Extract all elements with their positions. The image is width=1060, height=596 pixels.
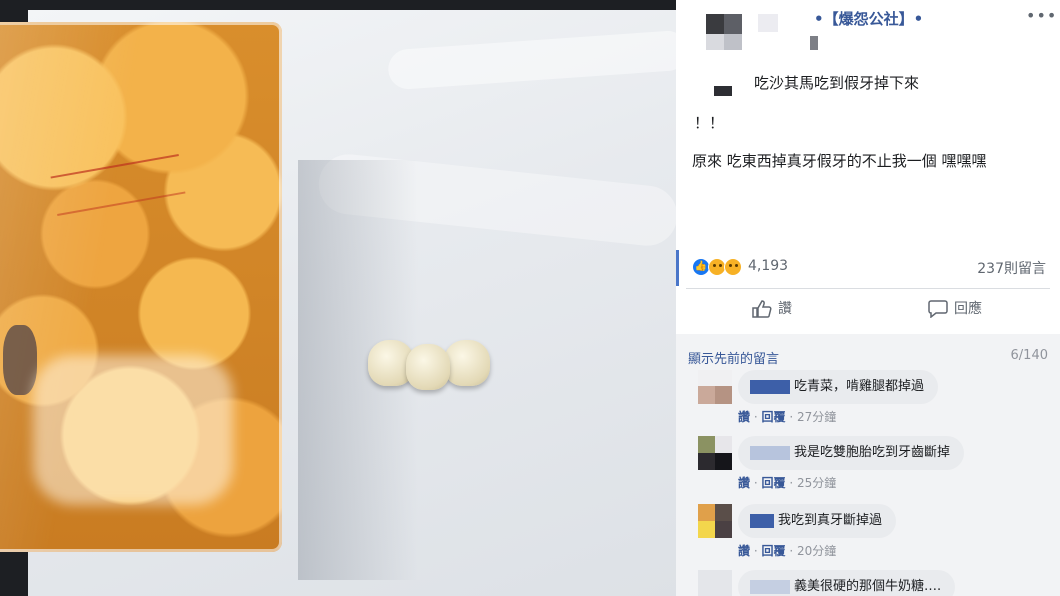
more-options-icon[interactable]: ••• bbox=[1026, 6, 1057, 25]
comment-button[interactable]: 回應 bbox=[928, 298, 982, 324]
comment-actions: 讚 · 回覆 · 27分鐘 bbox=[738, 408, 836, 425]
comment-text: 吃青菜，啃雞腿都掉過 bbox=[794, 379, 925, 394]
mosaic-block bbox=[698, 453, 715, 470]
face-eye bbox=[719, 264, 722, 267]
comment-actions: 讚 · 回覆 · 20分鐘 bbox=[738, 542, 836, 559]
comment-reply-link[interactable]: 回覆 bbox=[761, 410, 785, 424]
post-header: •【爆怨公社】• ••• bbox=[676, 0, 1060, 60]
bag-stain bbox=[3, 325, 37, 395]
mosaic-block bbox=[724, 14, 742, 34]
thumbs-up-icon bbox=[752, 300, 772, 318]
separator: · bbox=[789, 544, 797, 558]
wow-reaction-icon bbox=[724, 258, 742, 276]
blurred-commenter-name[interactable] bbox=[750, 513, 774, 528]
face-eye bbox=[729, 264, 732, 267]
comment-time[interactable]: 25分鐘 bbox=[797, 476, 836, 490]
comment-item: 我吃到真牙斷掉過 讚 · 回覆 · 20分鐘 bbox=[698, 504, 1048, 558]
comment-bubble: 吃青菜，啃雞腿都掉過 bbox=[738, 370, 939, 404]
false-teeth bbox=[368, 340, 490, 390]
post-panel: •【爆怨公社】• ••• 吃沙其馬吃到假牙掉下來 ！！ 原來 吃東西掉真牙假牙的… bbox=[676, 0, 1060, 596]
comment-actions: 讚 · 回覆 · 25分鐘 bbox=[738, 474, 836, 491]
comment-like-link[interactable]: 讚 bbox=[738, 476, 750, 490]
comment-reply-link[interactable]: 回覆 bbox=[761, 476, 785, 490]
mosaic-block bbox=[715, 504, 732, 521]
mosaic-block bbox=[698, 570, 732, 596]
post-actions: 讚 回應 bbox=[676, 292, 1060, 328]
comment-item: 我是吃雙胞胎吃到牙齒斷掉 讚 · 回覆 · 25分鐘 bbox=[698, 436, 1048, 490]
comment-progress: 6/140 bbox=[1010, 348, 1048, 363]
mosaic-block bbox=[698, 436, 715, 453]
comment-like-link[interactable]: 讚 bbox=[738, 410, 750, 424]
tooth bbox=[444, 340, 490, 386]
post-text-line-1: 吃沙其馬吃到假牙掉下來 bbox=[754, 74, 920, 92]
page-name-link[interactable]: •【爆怨公社】• bbox=[814, 8, 923, 29]
bag-stamp bbox=[50, 154, 186, 216]
reaction-count[interactable]: 4,193 bbox=[748, 258, 788, 274]
separator: · bbox=[789, 410, 797, 424]
mosaic-block bbox=[706, 14, 724, 34]
comment-reply-link[interactable]: 回覆 bbox=[761, 544, 785, 558]
post-photo[interactable] bbox=[0, 0, 676, 596]
comment-text: 我吃到真牙斷掉過 bbox=[778, 513, 883, 528]
comment-bubble: 我是吃雙胞胎吃到牙齒斷掉 bbox=[738, 436, 965, 470]
mosaic-block bbox=[706, 34, 724, 50]
mosaic-block bbox=[715, 386, 732, 404]
reactions-bar[interactable]: 👍 4,193 237則留言 bbox=[676, 250, 1060, 286]
blurred-commenter-name[interactable] bbox=[750, 379, 790, 394]
comment-item: 吃青菜，啃雞腿都掉過 讚 · 回覆 · 27分鐘 bbox=[698, 370, 1048, 424]
mosaic-block bbox=[698, 521, 715, 538]
comment-time[interactable]: 20分鐘 bbox=[797, 544, 836, 558]
comment-text: 我是吃雙胞胎吃到牙齒斷掉 bbox=[794, 445, 951, 460]
comment-like-link[interactable]: 讚 bbox=[738, 544, 750, 558]
mosaic-block bbox=[715, 521, 732, 538]
post-text-line-3: 原來 吃東西掉真牙假牙的不止我一個 嘿嘿嘿 bbox=[692, 152, 987, 170]
mosaic-block bbox=[724, 34, 742, 50]
like-button[interactable]: 讚 bbox=[752, 298, 792, 324]
profile-avatar[interactable] bbox=[706, 14, 742, 50]
commenter-avatar[interactable] bbox=[698, 504, 732, 538]
cloth-fold bbox=[386, 29, 676, 91]
comment-label: 回應 bbox=[954, 301, 982, 317]
comment-item: 義美很硬的那個牛奶糖…. bbox=[698, 570, 1048, 596]
mosaic-block bbox=[698, 504, 715, 521]
face-eye bbox=[735, 264, 738, 267]
bag-glare bbox=[33, 355, 233, 505]
blurred-commenter-name[interactable] bbox=[750, 445, 790, 460]
speech-bubble-icon bbox=[928, 300, 948, 318]
comment-bubble: 義美很硬的那個牛奶糖…. bbox=[738, 570, 956, 596]
tooth bbox=[406, 344, 450, 390]
blurred-name bbox=[810, 36, 818, 50]
blurred-commenter-name[interactable] bbox=[750, 579, 790, 594]
like-label: 讚 bbox=[778, 301, 792, 317]
face-eye bbox=[713, 264, 716, 267]
mosaic-block bbox=[698, 386, 715, 404]
comment-time[interactable]: 27分鐘 bbox=[797, 410, 836, 424]
divider bbox=[686, 288, 1050, 289]
commenter-avatar[interactable] bbox=[698, 436, 732, 470]
comment-text: 義美很硬的那個牛奶糖…. bbox=[794, 579, 942, 594]
comments-section: 顯示先前的留言 6/140 吃青菜，啃雞腿都掉過 讚 · 回覆 · 27分鐘 我… bbox=[676, 334, 1060, 596]
mosaic-block bbox=[715, 453, 732, 470]
commenter-avatar[interactable] bbox=[698, 570, 732, 596]
comment-count[interactable]: 237則留言 bbox=[977, 258, 1046, 278]
blurred-name bbox=[758, 14, 778, 32]
show-previous-comments-link[interactable]: 顯示先前的留言 bbox=[688, 348, 779, 367]
separator: · bbox=[789, 476, 797, 490]
post-text-line-2: ！！ bbox=[694, 114, 725, 132]
reaction-bar-accent bbox=[676, 250, 679, 286]
mosaic-block bbox=[698, 370, 732, 386]
blurred-mark bbox=[714, 86, 732, 96]
comment-bubble: 我吃到真牙斷掉過 bbox=[738, 504, 897, 538]
plastic-wrap bbox=[0, 22, 282, 552]
mosaic-block bbox=[715, 436, 732, 453]
commenter-avatar[interactable] bbox=[698, 370, 732, 404]
